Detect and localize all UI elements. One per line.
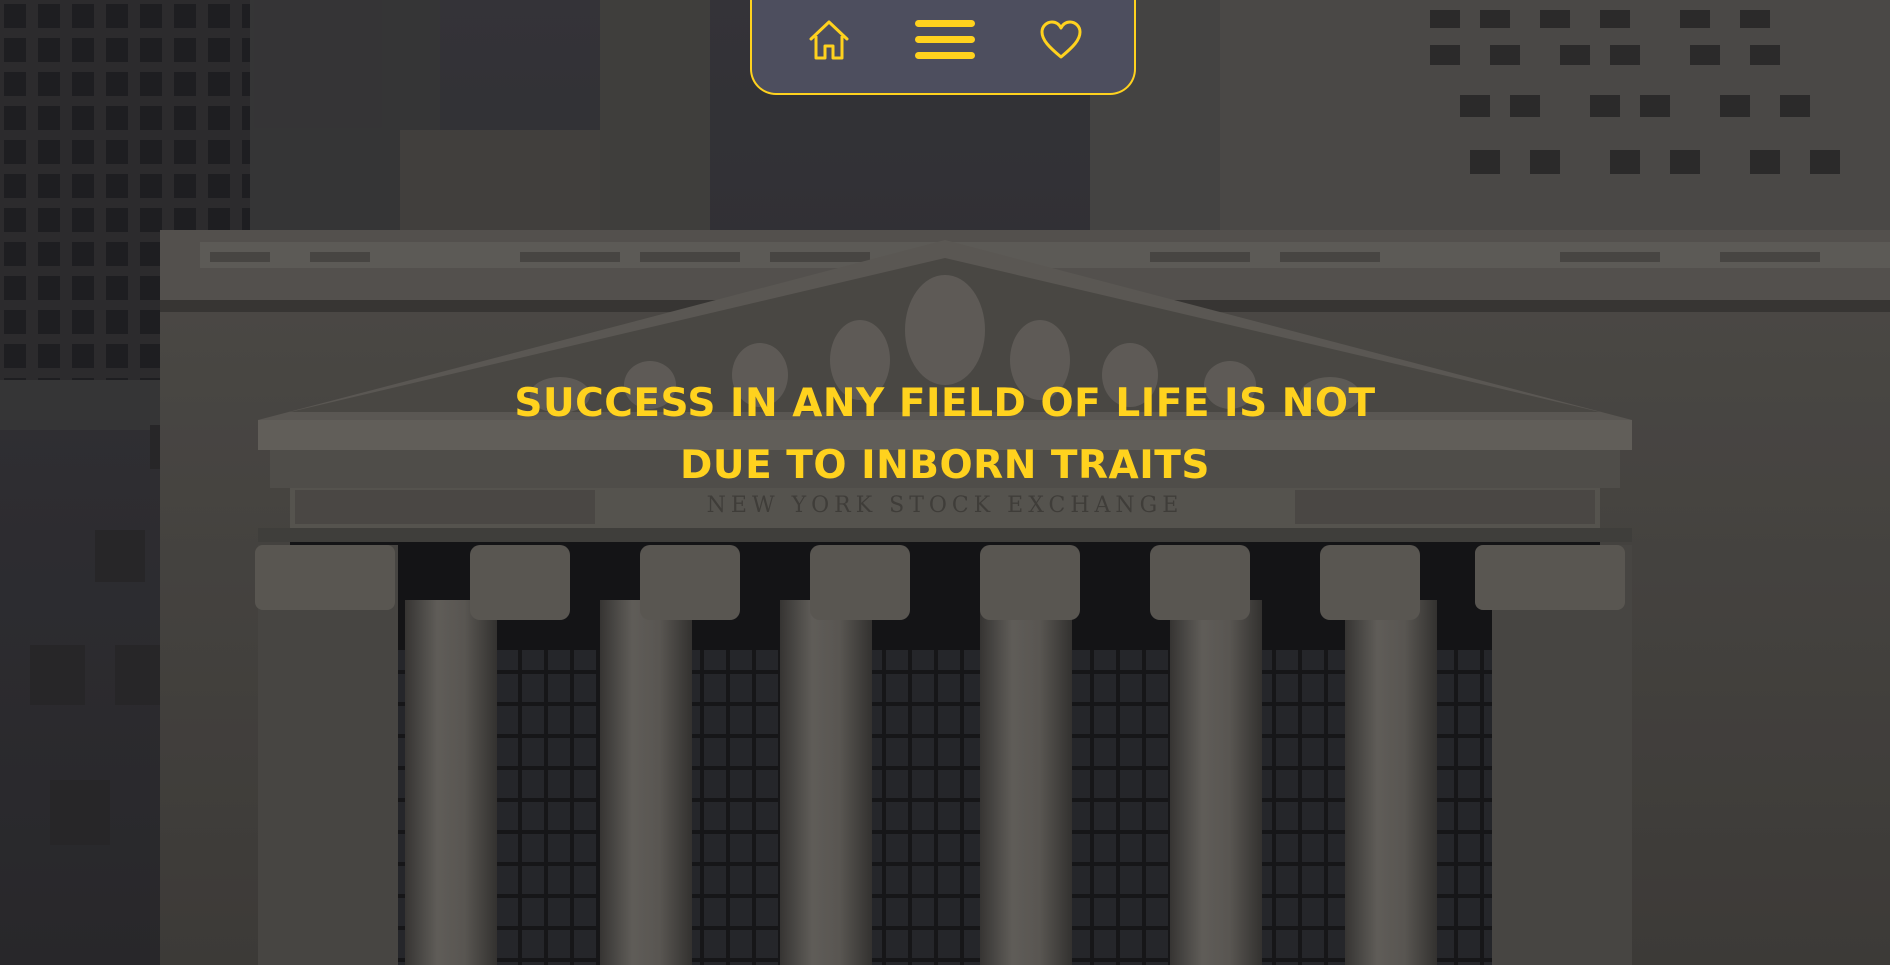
- favorites-button[interactable]: [1031, 10, 1091, 70]
- home-icon: [809, 20, 849, 60]
- menu-button[interactable]: [915, 10, 975, 70]
- heart-icon: [1040, 20, 1082, 59]
- headline-line-1: SUCCESS IN ANY FIELD OF LIFE IS NOT: [514, 381, 1376, 426]
- home-button[interactable]: [799, 10, 859, 70]
- hero-section: NEW YORK STOCK EXCHANGE SUCCESS IN ANY F…: [0, 0, 1890, 965]
- headline-line-2: DUE TO INBORN TRAITS: [680, 443, 1210, 488]
- hamburger-menu-icon: [915, 20, 975, 59]
- top-nav: [750, 0, 1136, 95]
- hero-headline: SUCCESS IN ANY FIELD OF LIFE IS NOT DUE …: [445, 373, 1445, 497]
